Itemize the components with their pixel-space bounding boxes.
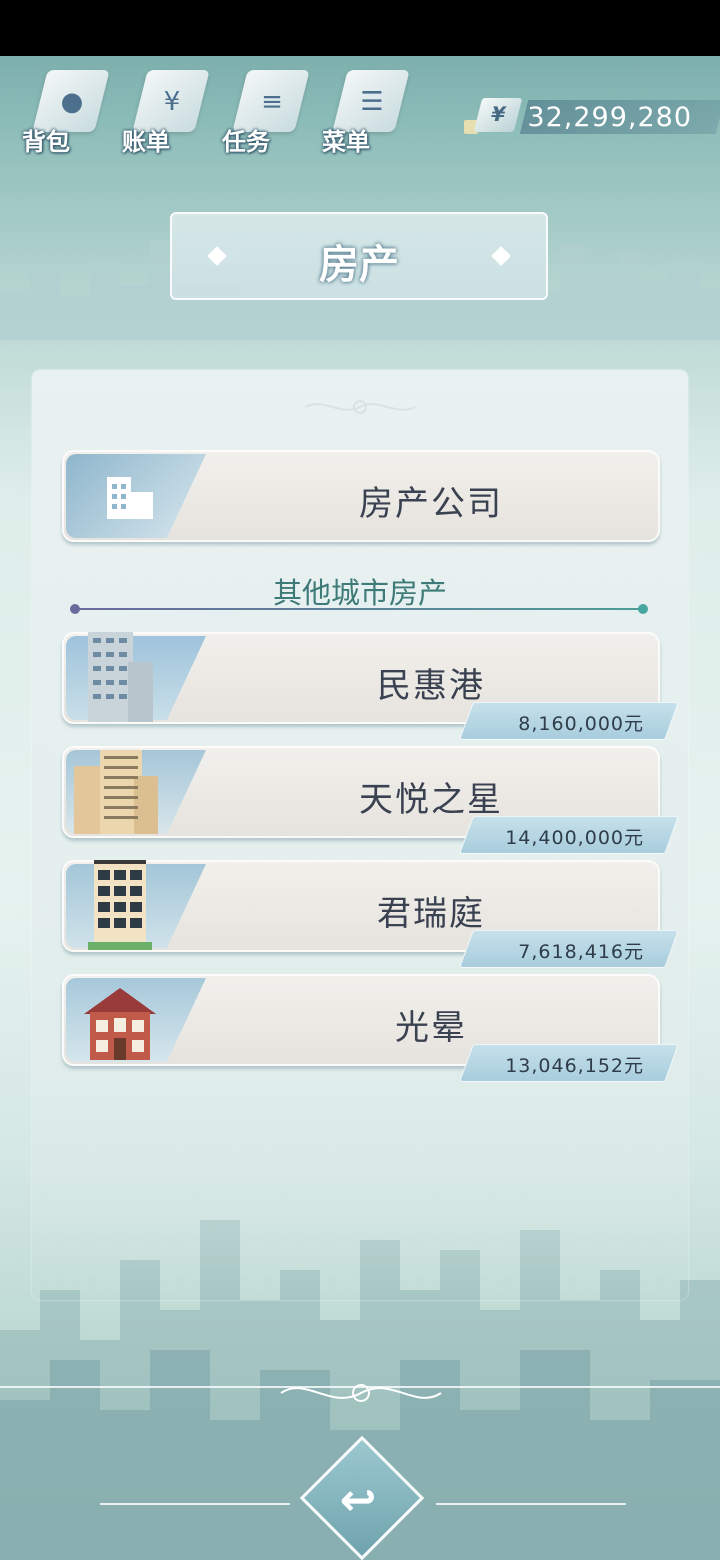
apartment-tower-icon (88, 632, 153, 722)
property-name: 君瑞庭 (377, 894, 485, 934)
price-tag: 7,618,416元 (459, 930, 679, 968)
property-price: 13,046,152元 (505, 1055, 644, 1077)
price-tag: 13,046,152元 (459, 1044, 679, 1082)
company-label: 房产公司 (359, 484, 503, 524)
highrise-icon (88, 860, 152, 950)
property-name: 民惠港 (377, 666, 485, 706)
nav-label: 菜单 (322, 128, 370, 156)
status-bar (0, 0, 720, 56)
section-divider (70, 604, 648, 614)
nav-menu-button[interactable]: ☰ 菜单 (322, 62, 412, 158)
price-tag: 14,400,000元 (459, 816, 679, 854)
ornament-icon (304, 400, 416, 414)
bill-icon: ¥ (163, 87, 181, 117)
nav-label: 背包 (22, 128, 70, 156)
bottom-ornament-icon (280, 1384, 442, 1402)
task-icon: ≡ (261, 87, 283, 117)
property-name: 天悦之星 (359, 780, 503, 820)
house-icon (84, 988, 156, 1060)
property-price: 14,400,000元 (505, 827, 644, 849)
property-price: 8,160,000元 (518, 713, 644, 735)
price-tag: 8,160,000元 (459, 702, 679, 740)
money-value: 32,299,280 (527, 102, 692, 133)
property-name: 光晕 (395, 1008, 467, 1048)
section-title: 其他城市房产 (272, 576, 447, 610)
property-price: 7,618,416元 (518, 941, 644, 963)
nav-task-button[interactable]: ≡ 任务 (222, 62, 312, 158)
page-title: 房产 (319, 241, 399, 288)
money-display: ¥ 32,299,280 (464, 98, 720, 136)
apartment-block-icon (74, 750, 158, 834)
menu-icon: ☰ (360, 87, 384, 117)
bag-icon: ● (60, 87, 84, 117)
page-title-box: 房产 (170, 212, 548, 300)
nav-label: 任务 (222, 128, 270, 156)
back-arrow-icon[interactable]: ↩ (328, 1470, 388, 1530)
nav-label: 账单 (122, 128, 170, 156)
bottom-left-line (100, 1503, 290, 1505)
building-icon (107, 477, 153, 519)
nav-bill-button[interactable]: ¥ 账单 (122, 62, 212, 158)
yuan-icon: ¥ (473, 98, 523, 132)
property-company-button[interactable]: 房产公司 (62, 450, 660, 542)
bottom-right-line (436, 1503, 626, 1505)
nav-bag-button[interactable]: ● 背包 (22, 62, 112, 158)
